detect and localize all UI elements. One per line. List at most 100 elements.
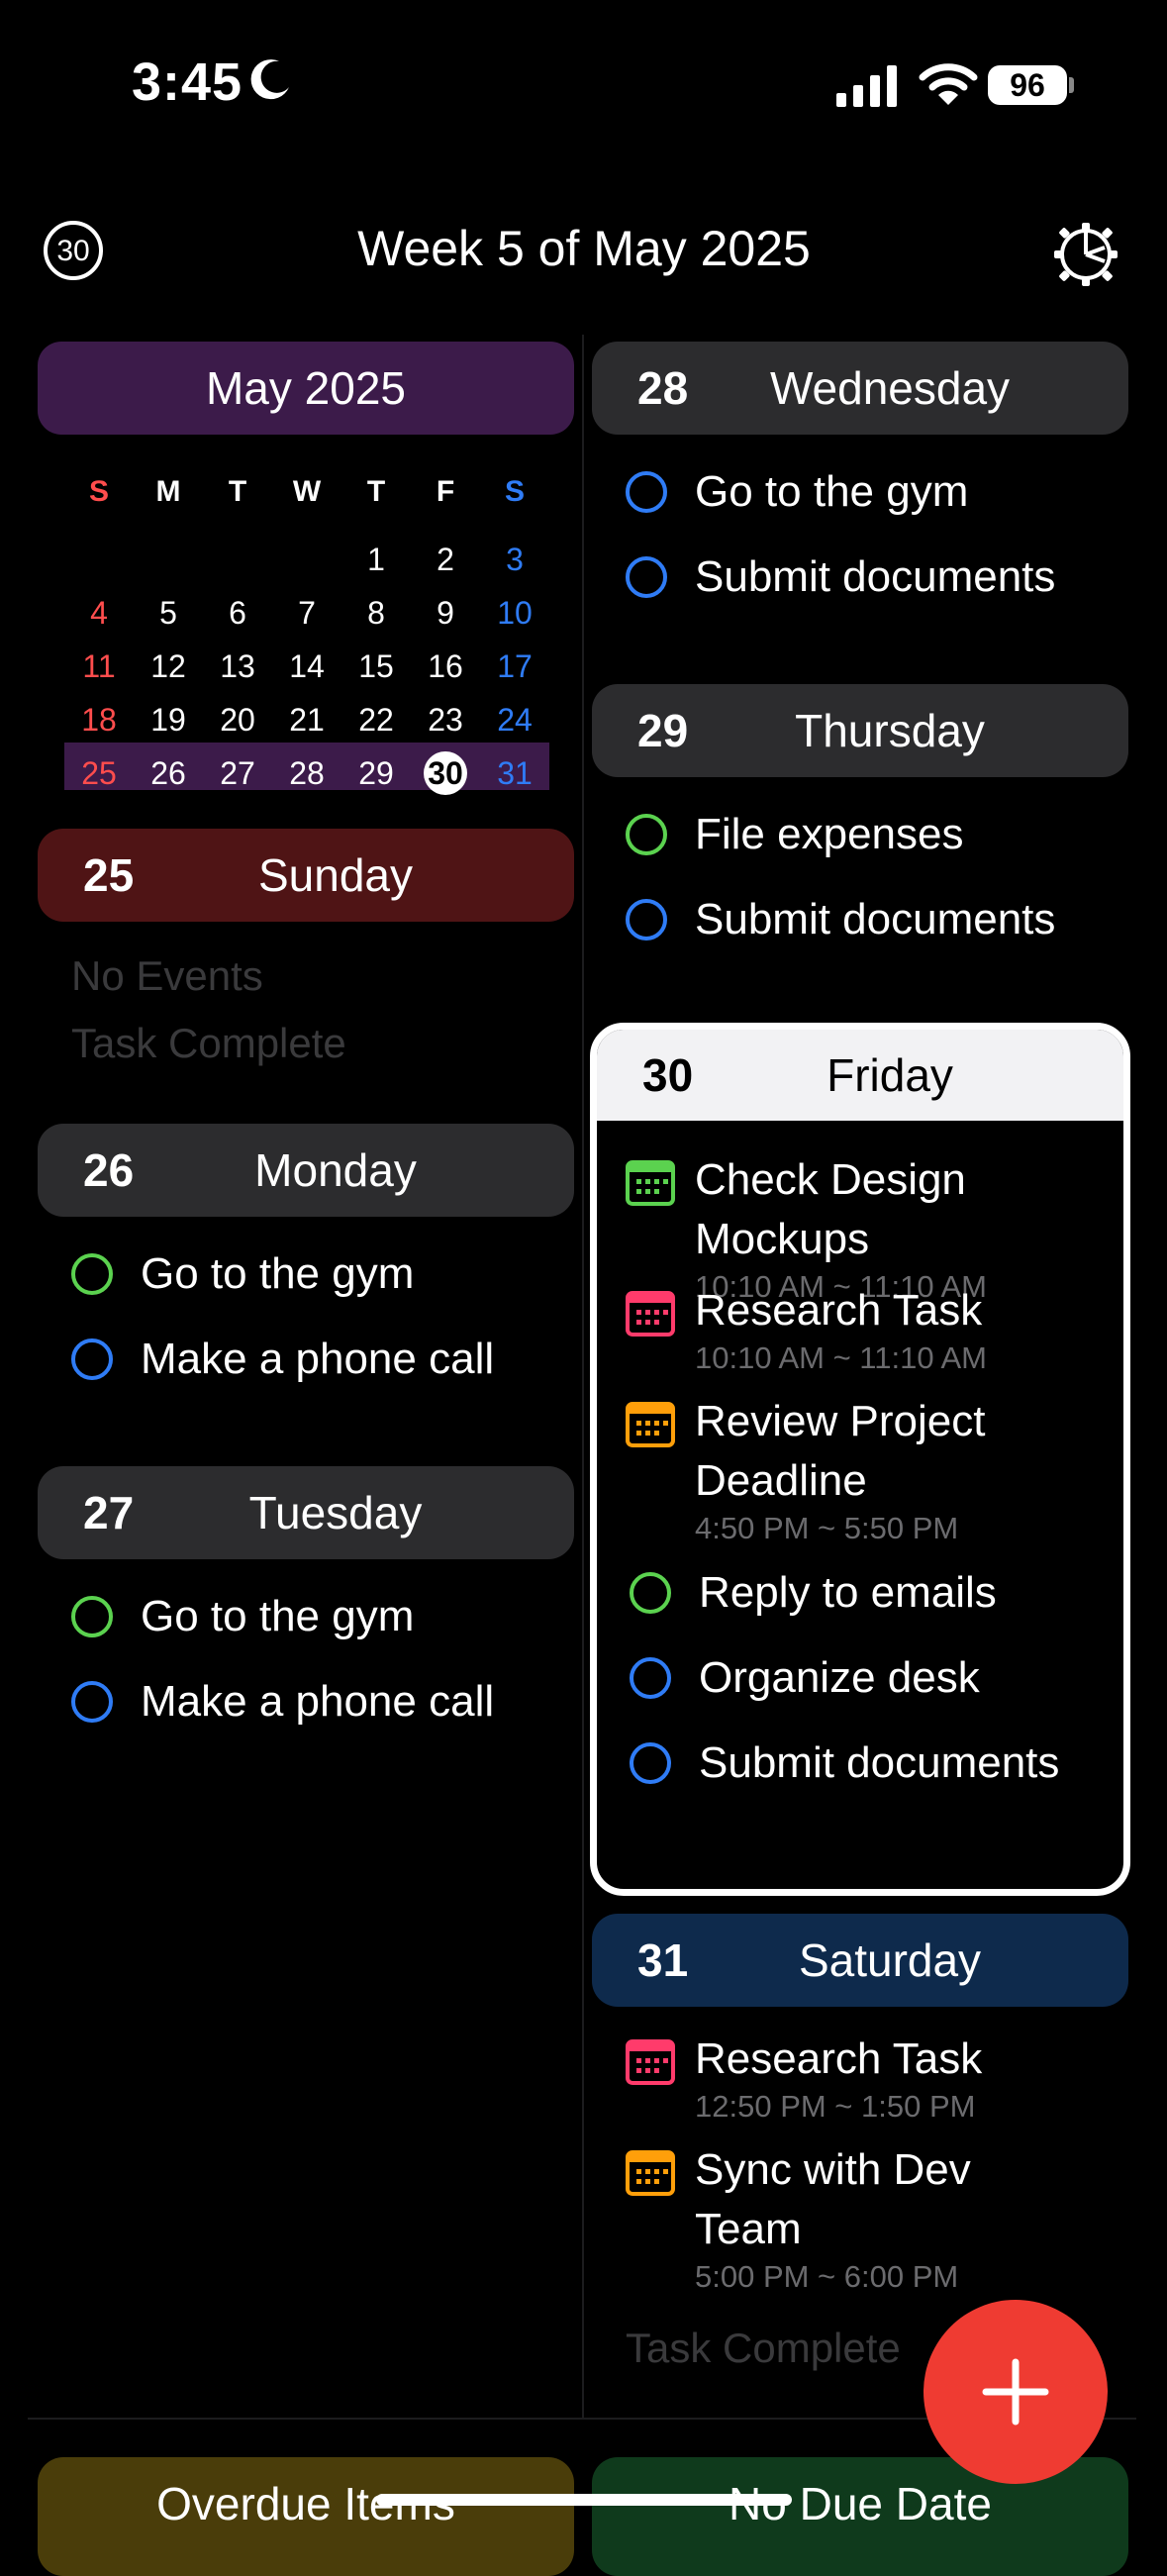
calendar-day[interactable]: 9 — [411, 586, 480, 640]
add-button[interactable] — [924, 2300, 1108, 2484]
day-name: Thursday — [795, 705, 985, 756]
calendar-day[interactable]: 10 — [480, 586, 549, 640]
weekday-header: S — [88, 475, 109, 508]
day-name: Sunday — [257, 849, 413, 901]
task-checkbox[interactable] — [71, 1596, 113, 1637]
home-indicator[interactable] — [376, 2494, 792, 2506]
calendar-day[interactable] — [134, 533, 203, 586]
calendar-day[interactable]: 23 — [411, 693, 480, 746]
task-checkbox[interactable] — [71, 1253, 113, 1295]
task-checkbox[interactable] — [71, 1681, 113, 1723]
calendar-day[interactable] — [272, 533, 341, 586]
calendar-day[interactable]: 16 — [411, 640, 480, 693]
calendar-day[interactable]: 21 — [272, 693, 341, 746]
day-name: Monday — [254, 1144, 417, 1196]
calendar-event-icon — [626, 2039, 675, 2085]
task-checkbox[interactable] — [626, 556, 667, 598]
task-item[interactable]: Make a phone call — [71, 1659, 566, 1744]
task-item[interactable]: Go to the gym — [71, 1574, 566, 1659]
task-item[interactable]: Submit documents — [626, 535, 1120, 620]
day-name: Tuesday — [248, 1487, 423, 1538]
calendar-day[interactable]: 15 — [341, 640, 411, 693]
calendar-day[interactable]: 8 — [341, 586, 411, 640]
calendar-day[interactable]: 14 — [272, 640, 341, 693]
event-item[interactable]: Sync with Dev Team 5:00 PM ~ 6:00 PM — [626, 2140, 1120, 2295]
calendar-day[interactable] — [64, 533, 134, 586]
event-title: Sync with Dev — [695, 2145, 971, 2194]
calendar-day[interactable]: 18 — [64, 693, 134, 746]
calendar-day[interactable]: 22 — [341, 693, 411, 746]
day-header-monday[interactable]: 26 Monday — [38, 1124, 574, 1217]
calendar-day[interactable]: 24 — [480, 693, 549, 746]
weekday-header: F — [436, 475, 455, 508]
calendar-day[interactable]: 5 — [134, 586, 203, 640]
day-header-saturday[interactable]: 31 Saturday — [592, 1914, 1128, 2007]
saturday-items: Research Task 12:50 PM ~ 1:50 PM Sync wi… — [626, 2030, 1120, 2295]
today-button[interactable]: 30 — [44, 221, 103, 280]
calendar-day[interactable]: 19 — [134, 693, 203, 746]
calendar-day-today[interactable]: 30 — [411, 746, 480, 800]
calendar-day[interactable]: 12 — [134, 640, 203, 693]
calendar-event-icon — [626, 1160, 675, 1206]
battery-indicator: 96 — [988, 65, 1067, 105]
event-item[interactable]: Review Project Deadline 4:50 PM ~ 5:50 P… — [626, 1392, 1123, 1546]
event-item[interactable]: Research Task 10:10 AM ~ 11:10 AM — [626, 1281, 1123, 1376]
task-label: Make a phone call — [141, 1677, 495, 1726]
calendar-day[interactable]: 31 — [480, 746, 549, 800]
page-title: Week 5 of May 2025 — [357, 221, 811, 276]
calendar-day[interactable]: 7 — [272, 586, 341, 640]
task-item[interactable]: Submit documents — [626, 877, 1120, 962]
gear-icon[interactable] — [1051, 220, 1120, 289]
task-item[interactable]: Make a phone call — [71, 1317, 566, 1402]
calendar-day[interactable]: 17 — [480, 640, 549, 693]
task-item[interactable]: Go to the gym — [626, 449, 1120, 535]
task-checkbox[interactable] — [626, 899, 667, 941]
calendar-day[interactable]: 13 — [203, 640, 272, 693]
task-checkbox[interactable] — [630, 1657, 671, 1699]
calendar-day[interactable]: 1 — [341, 533, 411, 586]
calendar-day[interactable]: 28 — [272, 746, 341, 800]
calendar-day[interactable]: 26 — [134, 746, 203, 800]
event-item[interactable]: Research Task 12:50 PM ~ 1:50 PM — [626, 2030, 1120, 2125]
day-header-sunday[interactable]: 25 Sunday — [38, 829, 574, 922]
task-item[interactable]: Submit documents — [626, 1721, 1123, 1806]
event-title: Team — [695, 2205, 802, 2253]
calendar-event-icon — [626, 1291, 675, 1337]
task-label: File expenses — [695, 810, 964, 858]
calendar-day[interactable]: 29 — [341, 746, 411, 800]
task-checkbox[interactable] — [626, 814, 667, 855]
calendar-day[interactable]: 25 — [64, 746, 134, 800]
weekday-header: W — [292, 475, 322, 508]
day-header-tuesday[interactable]: 27 Tuesday — [38, 1466, 574, 1559]
calendar-day[interactable]: 4 — [64, 586, 134, 640]
task-checkbox[interactable] — [71, 1338, 113, 1380]
task-item[interactable]: Reply to emails — [626, 1550, 1123, 1635]
overdue-items-header[interactable]: Overdue Items — [38, 2457, 574, 2576]
moon-icon — [250, 59, 289, 100]
calendar-day[interactable]: 27 — [203, 746, 272, 800]
calendar-day[interactable]: 11 — [64, 640, 134, 693]
event-item[interactable]: Check Design Mockups 10:10 AM ~ 11:10 AM — [626, 1150, 1123, 1304]
status-time: 3:45 — [132, 52, 243, 112]
today-number: 30 — [428, 755, 463, 791]
selected-day-card-friday[interactable]: 30 Friday Check Design Mockups 10:10 AM … — [590, 1023, 1130, 1896]
day-header-thursday[interactable]: 29 Thursday — [592, 684, 1128, 777]
calendar-day[interactable]: 6 — [203, 586, 272, 640]
task-checkbox[interactable] — [630, 1742, 671, 1784]
task-checkbox[interactable] — [626, 471, 667, 513]
month-header[interactable]: May 2025 — [38, 342, 574, 435]
task-list-monday: Go to the gym Make a phone call — [71, 1232, 566, 1402]
calendar-day[interactable]: 3 — [480, 533, 549, 586]
task-label: Go to the gym — [141, 1249, 415, 1298]
day-header-wednesday[interactable]: 28 Wednesday — [592, 342, 1128, 435]
weekday-header: M — [155, 475, 181, 508]
task-item[interactable]: Go to the gym — [71, 1232, 566, 1317]
calendar-day[interactable]: 20 — [203, 693, 272, 746]
task-list-wednesday: Go to the gym Submit documents — [626, 449, 1120, 620]
task-checkbox[interactable] — [630, 1572, 671, 1614]
day-header-friday[interactable]: 30 Friday — [597, 1030, 1123, 1121]
calendar-day[interactable]: 2 — [411, 533, 480, 586]
task-item[interactable]: File expenses — [626, 792, 1120, 877]
calendar-day[interactable] — [203, 533, 272, 586]
task-item[interactable]: Organize desk — [626, 1635, 1123, 1721]
